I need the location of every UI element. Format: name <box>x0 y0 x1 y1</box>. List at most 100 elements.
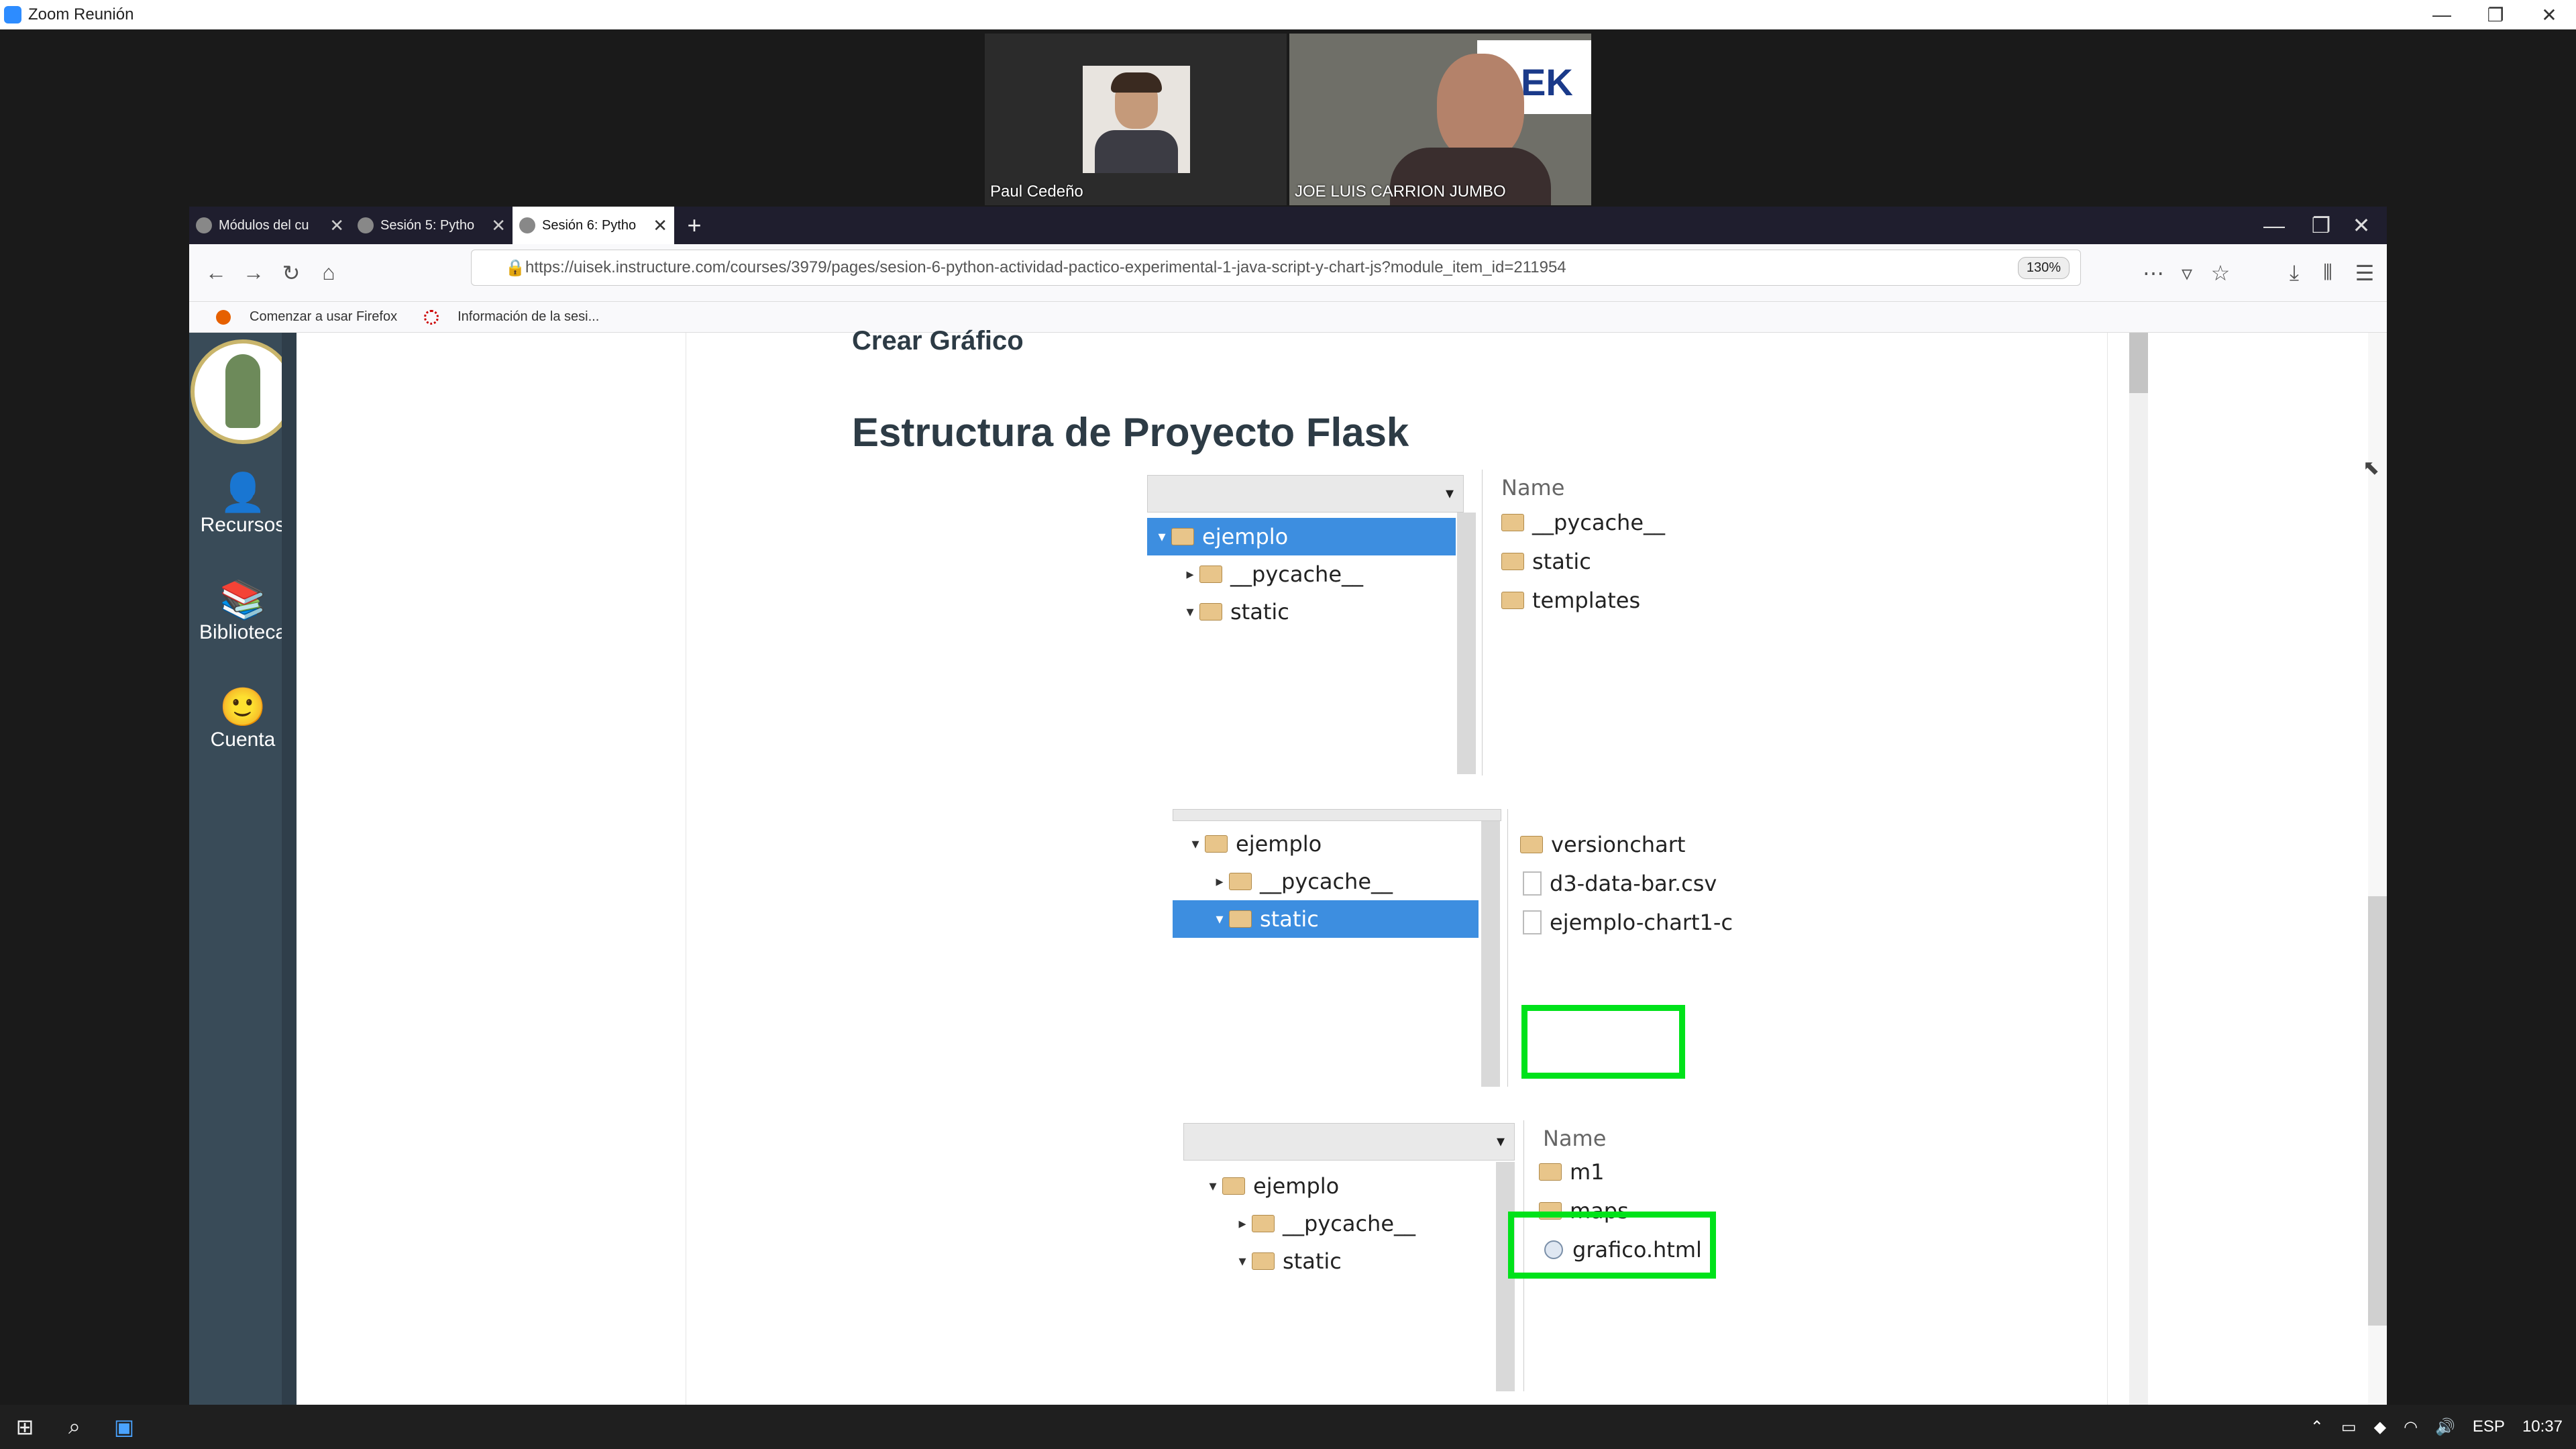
session-icon <box>424 309 439 325</box>
folder-icon <box>1520 836 1543 853</box>
resources-icon: 👤 <box>219 471 266 513</box>
file-explorer-screenshot-2: ▾ ejemplo ▸ __pycache__ ▾ static versioncha… <box>1173 809 1776 1087</box>
menu-icon[interactable]: ☰ <box>2346 254 2383 292</box>
bookmark-star-icon[interactable]: ☆ <box>2202 254 2239 292</box>
tree-label: ejemplo <box>1253 1173 1340 1199</box>
folder-icon <box>1501 553 1524 570</box>
volume-icon[interactable]: 🔊 <box>2435 1417 2455 1437</box>
nav-label: Recursos <box>200 514 286 536</box>
tree-row-selected[interactable]: ▾ ejemplo <box>1147 518 1456 555</box>
tree-row[interactable]: ▾ static <box>1233 1242 1341 1280</box>
sidebar-scrollbar[interactable] <box>282 333 297 1409</box>
system-tray: ⌃ ▭ ◆ ◠ 🔊 ESP 10:37 <box>2310 1405 2563 1449</box>
tree-row[interactable]: ▾ ejemplo <box>1203 1167 1339 1205</box>
close-button[interactable]: ✕ <box>2522 0 2576 30</box>
tree-label: __pycache__ <box>1230 561 1364 587</box>
tree-row[interactable]: ▾ static <box>1181 593 1289 631</box>
language-indicator[interactable]: ESP <box>2473 1417 2505 1436</box>
browser-tab-active[interactable]: Sesión 6: Pytho ✕ <box>513 207 674 244</box>
page-scrollbar[interactable] <box>2129 333 2148 1409</box>
zoom-level-badge[interactable]: 130% <box>2017 257 2070 279</box>
nav-resources[interactable]: 👤 Recursos <box>189 453 297 554</box>
folder-icon <box>1252 1215 1275 1232</box>
list-item[interactable]: ejemplo-chart1-c <box>1520 903 1733 942</box>
tree-scrollbar[interactable] <box>1457 513 1476 774</box>
file-label: m1 <box>1570 1159 1605 1185</box>
list-item[interactable]: versionchart <box>1520 825 1685 864</box>
new-tab-button[interactable]: + <box>674 207 714 244</box>
list-item[interactable]: m1 <box>1539 1152 1605 1191</box>
file-icon <box>1523 871 1542 896</box>
pocket-icon[interactable]: ▿ <box>2168 254 2206 292</box>
search-icon[interactable]: ⌕ <box>50 1405 99 1449</box>
browser-tab[interactable]: Sesión 5: Pytho ✕ <box>351 207 513 244</box>
file-label: static <box>1532 549 1591 574</box>
list-item[interactable]: templates <box>1501 581 1640 620</box>
university-logo[interactable] <box>191 339 295 444</box>
file-label: ejemplo-chart1-c <box>1550 910 1733 935</box>
library-icon[interactable]: ⫴ <box>2309 254 2347 292</box>
bookmark-label: Comenzar a usar Firefox <box>250 309 398 324</box>
tree-row[interactable]: ▸ __pycache__ <box>1210 863 1393 900</box>
back-arrow-icon[interactable]: ← <box>197 254 235 292</box>
wifi-icon[interactable]: ◠ <box>2404 1417 2418 1437</box>
home-icon[interactable]: ⌂ <box>310 254 347 292</box>
tree-label: static <box>1230 599 1289 625</box>
dropbox-icon[interactable]: ◆ <box>2374 1417 2386 1437</box>
list-item[interactable]: d3-data-bar.csv <box>1520 864 1717 903</box>
windows-start-icon[interactable]: ⊞ <box>0 1405 50 1449</box>
more-actions-icon[interactable]: ⋯ <box>2135 254 2172 292</box>
tree-label: static <box>1260 906 1319 932</box>
browser-navigation-bar: ← → ↻ ⌂ 🔒 https://uisek.instructure.com/… <box>189 244 2387 302</box>
chevron-up-icon[interactable]: ⌃ <box>2310 1417 2324 1437</box>
reload-icon[interactable]: ↻ <box>272 254 310 292</box>
file-list: __pycache__ static templates <box>1496 470 1758 775</box>
clock[interactable]: 10:37 <box>2522 1417 2563 1436</box>
highlight-box-html <box>1508 1212 1716 1279</box>
folder-icon <box>1501 514 1524 531</box>
url-bar[interactable]: 🔒 https://uisek.instructure.com/courses/… <box>471 250 2081 286</box>
battery-icon[interactable]: ▭ <box>2341 1417 2357 1437</box>
bookmark-item[interactable]: Comenzar a usar Firefox <box>203 309 397 325</box>
page-heading: Estructura de Proyecto Flask <box>852 410 1409 455</box>
tree-label: ejemplo <box>1236 831 1322 857</box>
participant-name: JOE LUIS CARRION JUMBO <box>1295 182 1506 201</box>
browser-close-button[interactable]: ✕ <box>2343 207 2380 244</box>
firefox-icon <box>216 309 231 325</box>
tree-row-selected[interactable]: ▾ static <box>1173 900 1479 938</box>
minimize-button[interactable]: — <box>2415 0 2469 30</box>
downloads-icon[interactable]: ⤓ <box>2275 254 2313 292</box>
close-tab-icon[interactable]: ✕ <box>653 215 667 236</box>
close-tab-icon[interactable]: ✕ <box>329 215 344 236</box>
browser-tab[interactable]: Módulos del cu ✕ <box>189 207 351 244</box>
file-label: templates <box>1532 588 1641 613</box>
highlight-box-csv <box>1521 1005 1685 1079</box>
nav-label: Biblioteca <box>199 621 287 643</box>
list-item[interactable]: __pycache__ <box>1501 503 1665 542</box>
participant-tile-paul[interactable]: Paul Cedeño <box>985 34 1287 205</box>
forward-arrow-icon[interactable]: → <box>235 254 272 292</box>
browser-minimize-button[interactable]: — <box>2255 207 2293 244</box>
folder-icon <box>1229 873 1252 890</box>
tree-row[interactable]: ▸ __pycache__ <box>1233 1205 1415 1242</box>
library-icon: 📚 <box>219 578 266 621</box>
participant-tile-joe[interactable]: EK JOE LUIS CARRION JUMBO <box>1289 34 1591 205</box>
avatar: 🙂 <box>219 686 266 728</box>
nav-account[interactable]: 🙂 Cuenta <box>189 668 297 769</box>
participant-video: EK <box>1289 34 1591 205</box>
tree-label: ejemplo <box>1202 524 1289 549</box>
browser-restore-button[interactable]: ❐ <box>2302 207 2340 244</box>
tree-row[interactable]: ▸ __pycache__ <box>1181 555 1363 593</box>
nav-library[interactable]: 📚 Biblioteca <box>189 561 297 661</box>
tree-label: __pycache__ <box>1283 1211 1416 1236</box>
taskbar-app-icon[interactable]: ▣ <box>99 1405 149 1449</box>
close-tab-icon[interactable]: ✕ <box>491 215 506 236</box>
tab-label: Módulos del cu <box>219 217 309 233</box>
tree-row[interactable]: ▾ ejemplo <box>1186 825 1322 863</box>
tree-scrollbar[interactable] <box>1481 821 1500 1087</box>
outer-scrollbar[interactable] <box>2368 333 2387 1409</box>
file-icon <box>1523 910 1542 934</box>
bookmark-item[interactable]: Información de la sesi... <box>411 309 599 325</box>
list-item[interactable]: static <box>1501 542 1591 581</box>
restore-button[interactable]: ❐ <box>2469 0 2522 30</box>
